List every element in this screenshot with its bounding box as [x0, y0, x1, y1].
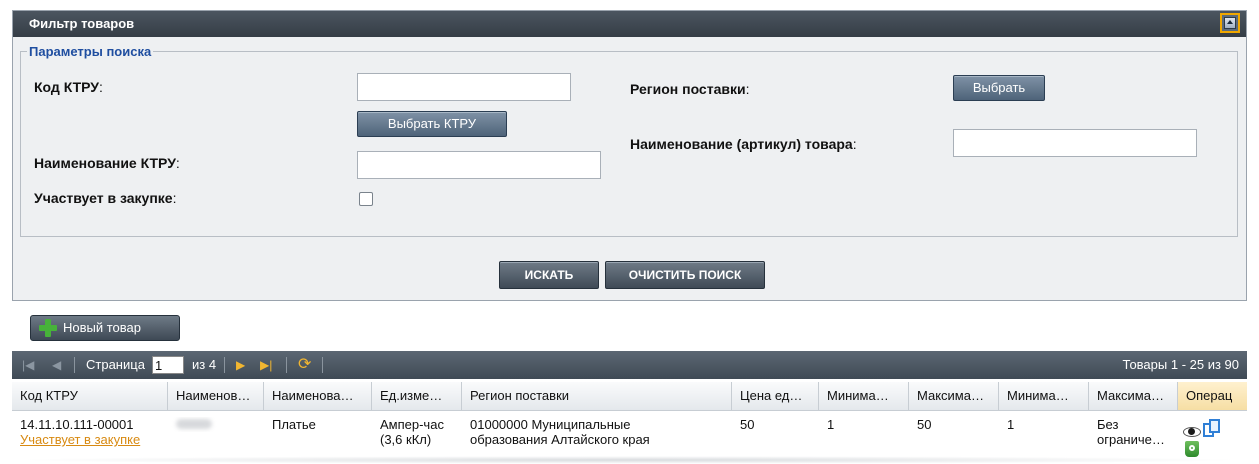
ktru-code-input[interactable] — [357, 73, 571, 101]
participates-link[interactable]: Участвует в закупке — [20, 432, 168, 447]
next-page-icon[interactable]: ▶ — [236, 351, 245, 379]
refresh-icon[interactable]: ⟳ — [298, 351, 311, 379]
cell-min: 1 — [1007, 417, 1015, 432]
column-header-operations[interactable]: Операц — [1178, 382, 1247, 410]
article-label: Наименование (артикул) товара: — [630, 136, 857, 152]
filter-panel-title: Фильтр товаров — [29, 16, 135, 31]
max-line: Без — [1097, 417, 1119, 432]
page-number-input[interactable] — [152, 356, 184, 374]
cell-ktru-code: 14.11.10.111-00001 Участвует в закупке — [12, 417, 168, 447]
column-header[interactable]: Наименов… — [168, 382, 264, 410]
column-header[interactable]: Наименова… — [264, 382, 372, 410]
copy-icon[interactable] — [1203, 419, 1221, 439]
pager-separator — [322, 357, 323, 373]
region-line: образования Алтайского края — [470, 432, 650, 447]
select-region-button[interactable]: Выбрать — [953, 75, 1045, 101]
column-header[interactable]: Ед.изме… — [372, 382, 462, 410]
prev-page-icon[interactable]: ◀ — [52, 351, 61, 379]
column-header[interactable]: Максима… — [909, 382, 999, 410]
participates-label: Участвует в закупке: — [34, 190, 177, 206]
region-line: 01000000 Муниципальные — [470, 417, 631, 432]
filter-panel: Фильтр товаров Параметры поиска Код КТРУ… — [12, 10, 1247, 301]
search-button[interactable]: ИСКАТЬ — [499, 261, 599, 289]
search-params-legend: Параметры поиска — [29, 44, 152, 59]
cell-unit: Ампер-час (3,6 кКл) — [372, 417, 462, 447]
plus-icon — [39, 319, 57, 337]
last-page-icon[interactable]: ▶| — [260, 351, 272, 379]
cell-max: Без ограниче… — [1089, 417, 1178, 447]
redacted-value — [176, 419, 212, 429]
cell-max: 50 — [917, 417, 932, 432]
ktru-name-input[interactable] — [357, 151, 601, 179]
max-line: ограниче… — [1097, 432, 1165, 447]
ktru-code-value: 14.11.10.111-00001 — [20, 417, 134, 432]
column-header[interactable]: Максима… — [1089, 382, 1178, 410]
pager-summary: Товары 1 - 25 из 90 — [1122, 357, 1239, 372]
cell-price: 50 — [740, 417, 755, 432]
article-input[interactable] — [953, 129, 1197, 157]
cell-region: 01000000 Муниципальные образования Алтай… — [462, 417, 732, 447]
column-header[interactable]: Регион поставки — [462, 382, 732, 410]
collapse-up-icon — [1224, 17, 1236, 29]
first-page-icon[interactable]: |◀ — [22, 351, 34, 379]
new-item-button[interactable]: Новый товар — [30, 315, 180, 341]
unit-line: (3,6 кКл) — [380, 432, 432, 447]
column-header[interactable]: Код КТРУ — [12, 382, 168, 410]
table-header: Код КТРУ Наименов… Наименова… Ед.изме… Р… — [12, 382, 1247, 411]
select-ktru-button[interactable]: Выбрать КТРУ — [357, 111, 507, 137]
filter-panel-header: Фильтр товаров — [13, 11, 1246, 37]
collapse-panel-button[interactable] — [1220, 13, 1240, 33]
column-header[interactable]: Цена ед… — [732, 382, 819, 410]
page-label: Страница — [86, 357, 145, 372]
unit-line: Ампер-час — [380, 417, 444, 432]
page-of-label: из 4 — [192, 357, 217, 372]
new-item-label: Новый товар — [63, 320, 141, 335]
trash-icon[interactable] — [1185, 441, 1199, 457]
region-label: Регион поставки: — [630, 81, 750, 97]
column-header[interactable]: Минима… — [999, 382, 1089, 410]
cell-min: 1 — [827, 417, 835, 432]
clear-search-button[interactable]: ОЧИСТИТЬ ПОИСК — [605, 261, 765, 289]
pager-separator — [286, 357, 287, 373]
ktru-name-label: Наименование КТРУ: — [34, 155, 180, 171]
cell-redacted-name — [168, 417, 264, 432]
column-header[interactable]: Минима… — [819, 382, 909, 410]
cell-name: Платье — [272, 417, 316, 432]
participates-checkbox[interactable] — [359, 192, 373, 206]
pager-separator — [224, 357, 225, 373]
eye-icon[interactable] — [1183, 425, 1201, 437]
ktru-code-label: Код КТРУ: — [34, 79, 103, 95]
pager-separator — [74, 357, 75, 373]
pagination-bar: |◀ ◀ Страница из 4 ▶ ▶| ⟳ Товары 1 - 25 … — [12, 351, 1247, 379]
